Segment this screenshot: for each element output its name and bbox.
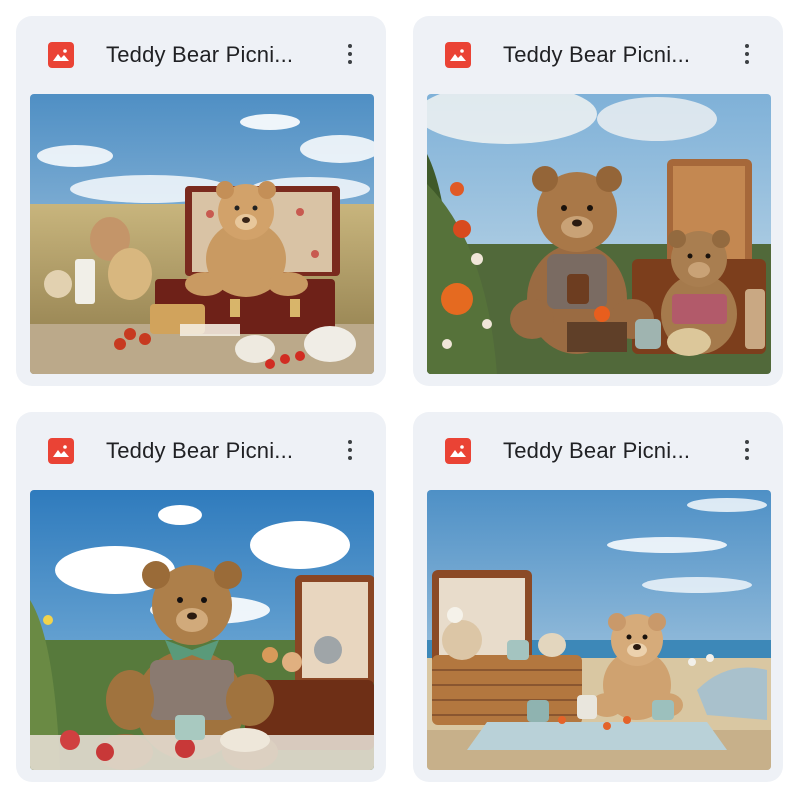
file-card-header: Teddy Bear Picni...: [16, 16, 386, 92]
file-title: Teddy Bear Picni...: [503, 438, 691, 463]
image-icon: [445, 42, 471, 68]
file-card-header: Teddy Bear Picni...: [413, 412, 783, 488]
image-icon: [445, 438, 471, 464]
thumbnail-image[interactable]: [427, 490, 771, 770]
file-title: Teddy Bear Picni...: [106, 42, 294, 67]
image-icon: [48, 42, 74, 68]
thumbnail-image[interactable]: [30, 94, 374, 374]
file-title: Teddy Bear Picni...: [503, 42, 691, 67]
more-options-button[interactable]: [338, 38, 362, 70]
file-card-4[interactable]: Teddy Bear Picni...: [413, 412, 783, 782]
file-title: Teddy Bear Picni...: [106, 438, 294, 463]
file-card-2[interactable]: Teddy Bear Picni...: [413, 16, 783, 386]
file-card-header: Teddy Bear Picni...: [413, 16, 783, 92]
more-options-button[interactable]: [735, 38, 759, 70]
more-options-button[interactable]: [338, 434, 362, 466]
file-card-3[interactable]: Teddy Bear Picni...: [16, 412, 386, 782]
file-card-1[interactable]: Teddy Bear Picni...: [16, 16, 386, 386]
image-icon: [48, 438, 74, 464]
thumbnail-image[interactable]: [30, 490, 374, 770]
file-card-header: Teddy Bear Picni...: [16, 412, 386, 488]
more-options-button[interactable]: [735, 434, 759, 466]
thumbnail-image[interactable]: [427, 94, 771, 374]
